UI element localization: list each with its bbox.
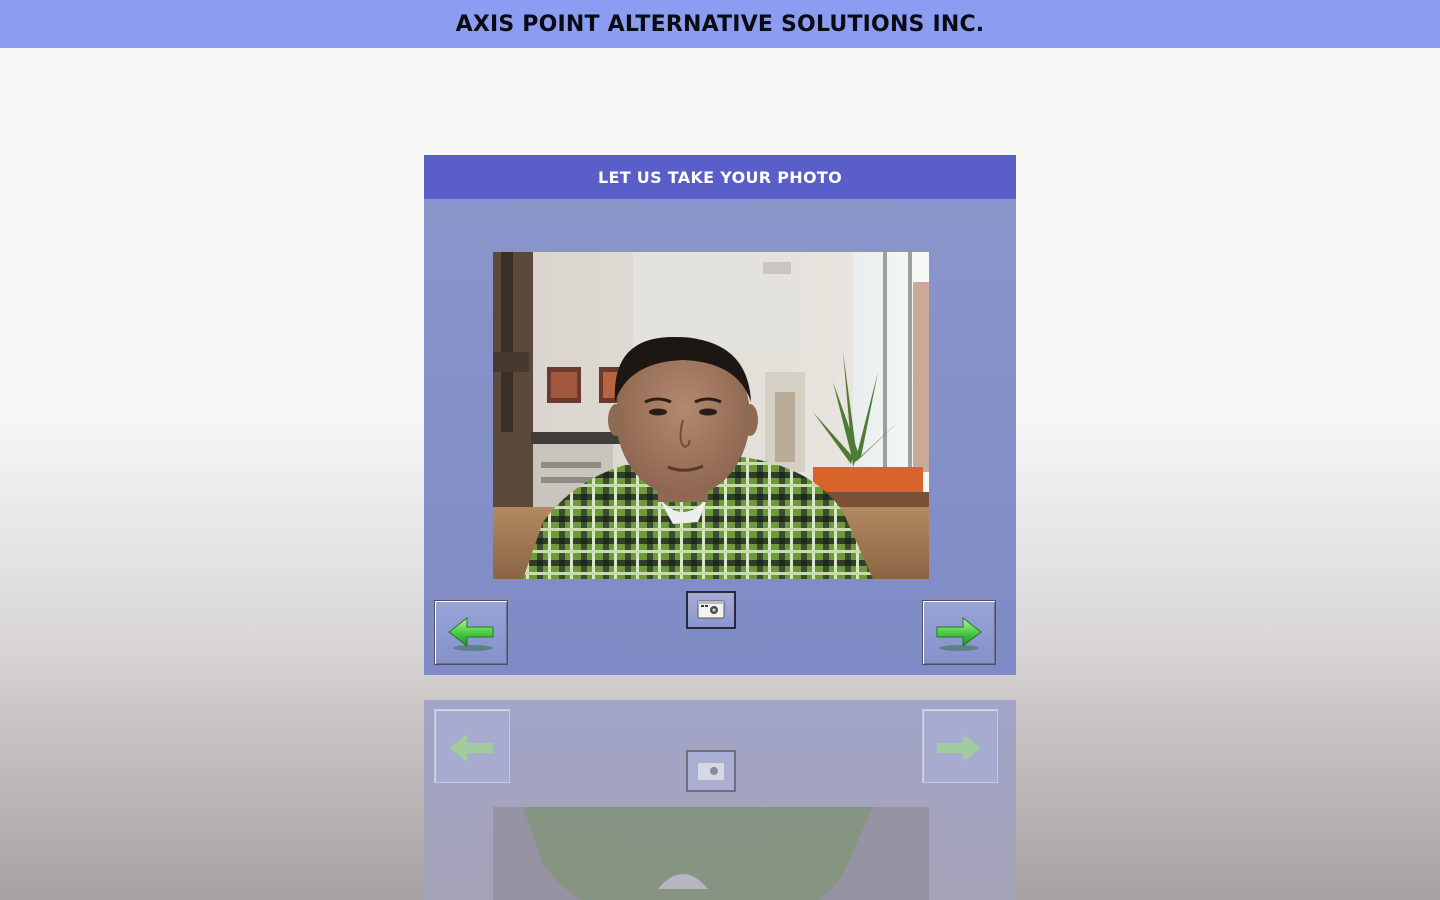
- panel-header: LET US TAKE YOUR PHOTO: [424, 155, 1016, 199]
- right-arrow-icon: [936, 616, 982, 651]
- camera-icon-reflection: [686, 750, 736, 792]
- company-name: AXIS POINT ALTERNATIVE SOLUTIONS INC.: [455, 11, 985, 37]
- next-button[interactable]: [922, 600, 996, 665]
- panel-title: LET US TAKE YOUR PHOTO: [598, 167, 842, 187]
- back-button[interactable]: [434, 600, 508, 665]
- app-header: AXIS POINT ALTERNATIVE SOLUTIONS INC.: [0, 0, 1440, 48]
- next-button-reflection: [922, 709, 998, 783]
- capture-photo-button[interactable]: [686, 591, 736, 629]
- camera-preview: [493, 252, 929, 579]
- panel-reflection: [424, 700, 1016, 900]
- left-arrow-icon: [448, 616, 494, 651]
- camera-preview-image: [493, 252, 929, 579]
- camera-icon: [697, 600, 725, 619]
- camera-preview-reflection-image: [493, 807, 929, 900]
- back-button-reflection: [434, 709, 510, 783]
- photo-capture-panel: LET US TAKE YOUR PHOTO: [424, 155, 1016, 675]
- left-arrow-icon: [449, 734, 493, 762]
- camera-preview-reflection: [493, 807, 929, 900]
- right-arrow-icon: [937, 734, 981, 762]
- camera-icon: [698, 763, 724, 780]
